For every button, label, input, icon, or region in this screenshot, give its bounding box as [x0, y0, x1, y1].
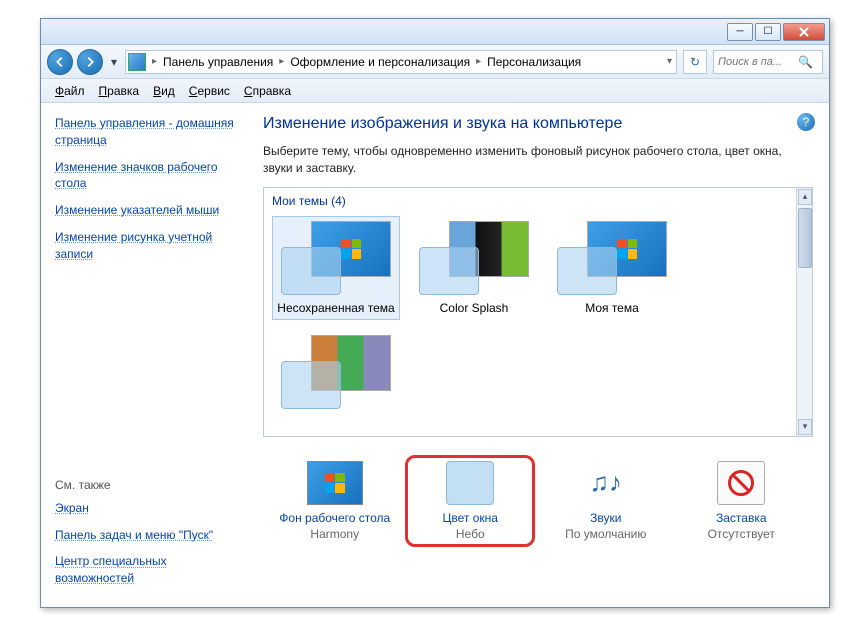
window-color-icon — [446, 461, 494, 505]
crumb-appearance[interactable]: Оформление и персонализация — [286, 55, 474, 69]
titlebar: ─ ☐ — [41, 19, 829, 45]
theme-list: Мои темы (4) Несохраненная тема Color Sp… — [263, 187, 813, 437]
forward-button[interactable] — [77, 49, 103, 75]
menubar: Файл Правка Вид Сервис Справка — [41, 79, 829, 103]
tile-value: Harmony — [310, 527, 359, 541]
personalization-window: ─ ☐ ▾ ▸ Панель управления ▸ Оформление и… — [40, 18, 830, 608]
sidebar-link-taskbar[interactable]: Панель задач и меню "Пуск" — [55, 527, 241, 544]
screensaver-tile[interactable]: Заставка Отсутствует — [676, 455, 806, 547]
sidebar-link-account-picture[interactable]: Изменение рисунка учетной записи — [55, 229, 241, 263]
window-color-tile[interactable]: Цвет окна Небо — [405, 455, 535, 547]
back-button[interactable] — [47, 49, 73, 75]
close-button[interactable] — [783, 23, 825, 41]
theme-my-theme[interactable]: Моя тема — [548, 216, 676, 320]
chevron-down-icon[interactable]: ▾ — [665, 56, 674, 67]
desktop-background-tile[interactable]: Фон рабочего стола Harmony — [270, 455, 400, 547]
tile-value: Отсутствует — [708, 527, 775, 541]
theme-section-label: Мои темы (4) — [272, 194, 804, 208]
menu-edit[interactable]: Правка — [93, 82, 146, 100]
refresh-button[interactable]: ↻ — [683, 50, 707, 74]
scroll-down-button[interactable]: ▾ — [798, 419, 812, 435]
theme-unsaved[interactable]: Несохраненная тема — [272, 216, 400, 320]
page-title: Изменение изображения и звука на компьют… — [263, 115, 813, 133]
see-also-label: См. также — [55, 478, 241, 492]
chevron-right-icon: ▸ — [277, 56, 286, 67]
desktop-background-icon — [307, 461, 363, 505]
scrollbar[interactable]: ▴ ▾ — [796, 188, 812, 436]
tile-value: Небо — [456, 527, 485, 541]
tile-value: По умолчанию — [565, 527, 646, 541]
sounds-tile[interactable]: ♫♪ Звуки По умолчанию — [541, 455, 671, 547]
chevron-right-icon: ▸ — [474, 56, 483, 67]
sounds-icon: ♫♪ — [578, 461, 634, 505]
maximize-button[interactable]: ☐ — [755, 23, 781, 41]
search-input[interactable] — [718, 56, 798, 68]
breadcrumb-bar[interactable]: ▸ Панель управления ▸ Оформление и персо… — [125, 50, 677, 74]
menu-help[interactable]: Справка — [238, 82, 297, 100]
sidebar-link-home[interactable]: Панель управления - домашняя страница — [55, 115, 241, 149]
control-panel-icon — [128, 53, 146, 71]
tile-label: Фон рабочего стола — [279, 511, 390, 525]
windows-logo-icon — [617, 239, 637, 259]
theme-name: Несохраненная тема — [277, 301, 394, 315]
theme-name: Color Splash — [440, 301, 509, 315]
menu-tools[interactable]: Сервис — [183, 82, 236, 100]
sidebar-link-display[interactable]: Экран — [55, 500, 241, 517]
sidebar-link-desktop-icons[interactable]: Изменение значков рабочего стола — [55, 159, 241, 193]
search-icon[interactable]: 🔍 — [798, 55, 813, 69]
settings-row: Фон рабочего стола Harmony Цвет окна Неб… — [263, 455, 813, 547]
scroll-up-button[interactable]: ▴ — [798, 189, 812, 205]
theme-item[interactable] — [272, 330, 400, 420]
menu-file[interactable]: Файл — [49, 82, 91, 100]
sidebar-link-pointers[interactable]: Изменение указателей мыши — [55, 202, 241, 219]
theme-grid: Несохраненная тема Color Splash Моя тема — [272, 216, 804, 420]
main-content: ? Изменение изображения и звука на компь… — [251, 103, 829, 607]
page-description: Выберите тему, чтобы одновременно измени… — [263, 143, 783, 177]
tile-label: Звуки — [590, 511, 621, 525]
crumb-control-panel[interactable]: Панель управления — [159, 55, 277, 69]
help-icon[interactable]: ? — [797, 113, 815, 131]
search-box[interactable]: 🔍 — [713, 50, 823, 74]
tile-label: Цвет окна — [443, 511, 498, 525]
theme-color-splash[interactable]: Color Splash — [410, 216, 538, 320]
navbar: ▾ ▸ Панель управления ▸ Оформление и пер… — [41, 45, 829, 79]
sidebar: Панель управления - домашняя страница Из… — [41, 103, 251, 607]
history-dropdown[interactable]: ▾ — [107, 51, 121, 73]
chevron-right-icon: ▸ — [150, 56, 159, 67]
tile-label: Заставка — [716, 511, 767, 525]
crumb-personalization[interactable]: Персонализация — [483, 55, 585, 69]
screensaver-icon — [717, 461, 765, 505]
theme-name: Моя тема — [585, 301, 639, 315]
window-body: Панель управления - домашняя страница Из… — [41, 103, 829, 607]
menu-view[interactable]: Вид — [147, 82, 181, 100]
windows-logo-icon — [341, 239, 361, 259]
minimize-button[interactable]: ─ — [727, 23, 753, 41]
scroll-thumb[interactable] — [798, 208, 812, 268]
sidebar-link-ease-of-access[interactable]: Центр специальных возможностей — [55, 553, 241, 587]
